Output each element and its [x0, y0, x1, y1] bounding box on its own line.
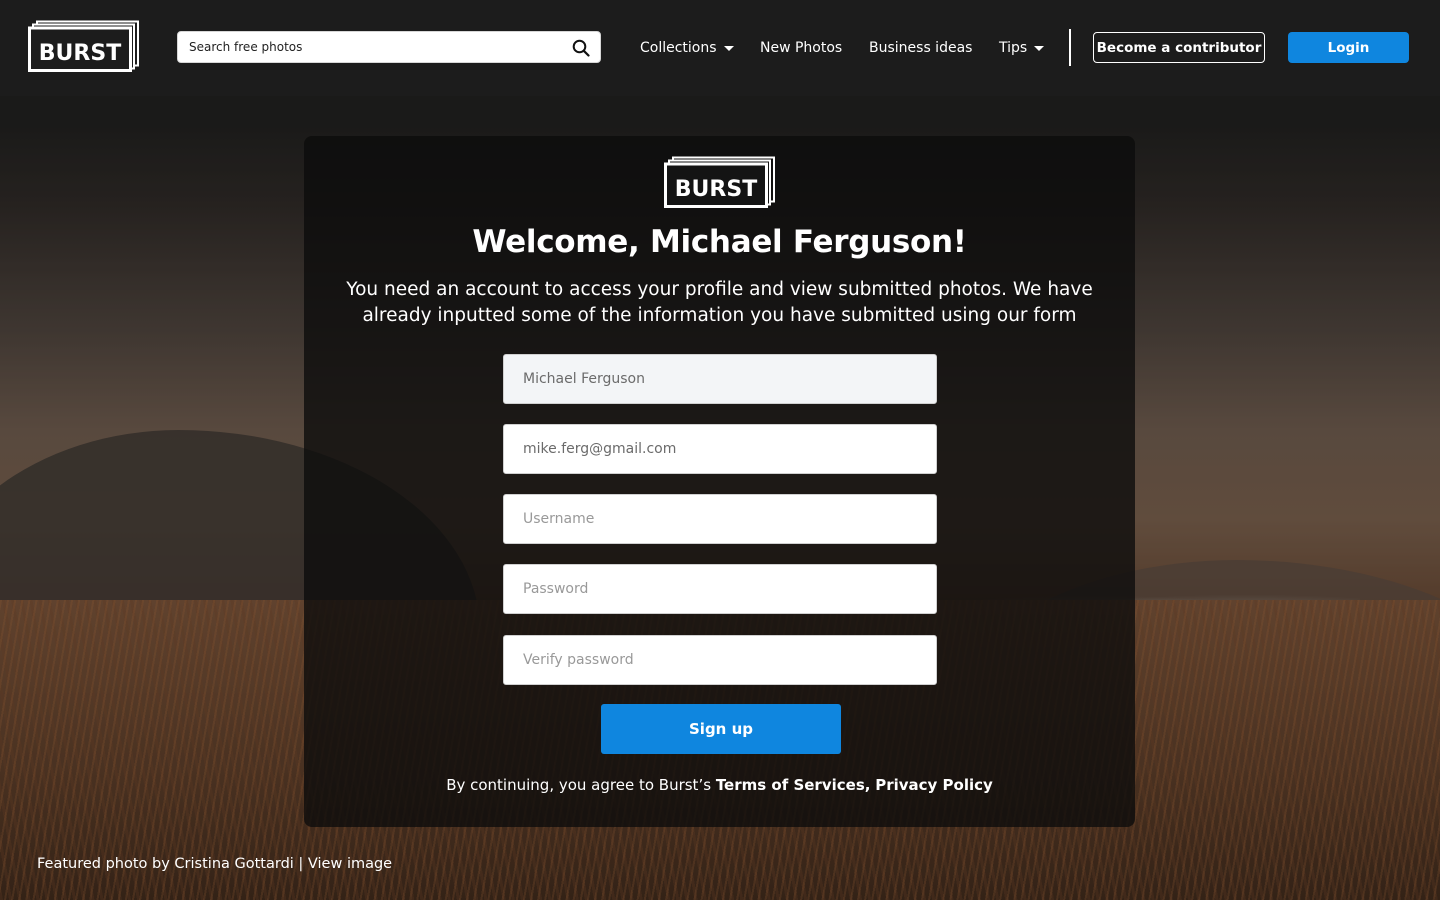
become-contributor-button[interactable]: Become a contributor: [1093, 32, 1265, 63]
terms-of-service-link[interactable]: Terms of Services,: [716, 776, 871, 794]
chevron-down-icon: [723, 45, 734, 51]
nav-collections-label: Collections: [640, 40, 717, 56]
email-field[interactable]: [503, 424, 937, 474]
nav-tips-label: Tips: [999, 40, 1028, 56]
top-header: BURST Collections New Photos Business id…: [0, 0, 1440, 96]
page-title: Welcome, Michael Ferguson!: [472, 224, 967, 260]
terms-notice: By continuing, you agree to Burst’s Term…: [304, 776, 1135, 794]
search-input[interactable]: [178, 32, 548, 62]
full-name-field[interactable]: [503, 354, 937, 404]
sign-up-button[interactable]: Sign up: [601, 704, 841, 754]
header-divider: [1069, 29, 1071, 66]
nav-tips[interactable]: Tips: [999, 38, 1045, 58]
burst-logo[interactable]: BURST: [28, 20, 140, 72]
terms-prefix: By continuing, you agree to Burst’s: [446, 776, 712, 794]
password-field[interactable]: [503, 564, 937, 614]
nav-business-ideas-label: Business ideas: [869, 40, 973, 56]
burst-logo-icon: BURST: [664, 156, 775, 208]
login-button[interactable]: Login: [1288, 32, 1409, 63]
privacy-policy-link[interactable]: Privacy Policy: [875, 776, 993, 794]
nav-business-ideas[interactable]: Business ideas: [869, 38, 972, 58]
svg-text:BURST: BURST: [675, 177, 757, 202]
photo-credit-text: Featured photo by Cristina Gottardi: [37, 856, 294, 872]
nav-collections[interactable]: Collections: [640, 38, 734, 58]
username-field[interactable]: [503, 494, 937, 544]
nav-new-photos-label: New Photos: [760, 40, 843, 56]
photo-credit: Featured photo by Cristina Gottardi | Vi…: [37, 856, 392, 872]
verify-password-field[interactable]: [503, 635, 937, 685]
nav-new-photos[interactable]: New Photos: [760, 38, 842, 58]
signup-card: BURST Welcome, Michael Ferguson! You nee…: [304, 136, 1135, 827]
search-bar: [177, 31, 601, 63]
card-logo: BURST: [664, 156, 776, 208]
chevron-down-icon: [1034, 45, 1045, 51]
svg-text:BURST: BURST: [39, 41, 121, 66]
view-image-link[interactable]: View image: [308, 856, 392, 872]
burst-logo-icon: BURST: [28, 20, 139, 72]
signup-description: You need an account to access your profi…: [346, 279, 1093, 326]
credit-separator: |: [298, 856, 304, 872]
search-icon[interactable]: [572, 39, 590, 57]
